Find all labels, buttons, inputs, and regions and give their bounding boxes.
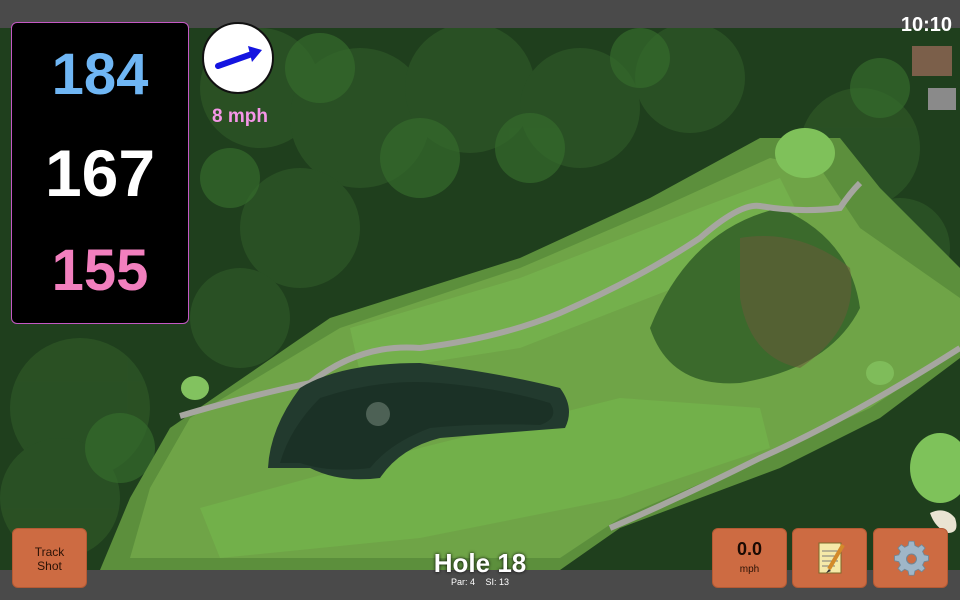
notes-button[interactable]: [792, 528, 867, 588]
wind-speed-label: 8 mph: [212, 106, 268, 127]
wind-unit: mph: [739, 564, 760, 575]
hole-stroke-index: SI: 13: [485, 577, 510, 587]
gear-icon: [894, 540, 929, 576]
track-shot-label: Track Shot: [34, 545, 65, 573]
hole-title: Hole 18: [433, 548, 527, 578]
hole-par: Par: 4: [450, 577, 475, 587]
wind-speed-button[interactable]: 0.0 mph: [712, 528, 787, 588]
clock-time: 10:10: [900, 14, 952, 36]
wind-value: 0.0: [736, 539, 763, 559]
notepad-icon: [818, 542, 845, 574]
front-distance: 155: [51, 238, 149, 303]
wind-direction-dial[interactable]: [202, 22, 274, 94]
back-distance: 184: [51, 42, 149, 107]
distance-panel: 184 167 155: [11, 22, 189, 324]
track-shot-button[interactable]: Track Shot: [12, 528, 87, 588]
wind-arrow-icon: [215, 46, 262, 69]
hole-info: Par: 4 SI: 13: [380, 577, 580, 587]
middle-distance: 167: [44, 136, 156, 210]
settings-button[interactable]: [873, 528, 948, 588]
